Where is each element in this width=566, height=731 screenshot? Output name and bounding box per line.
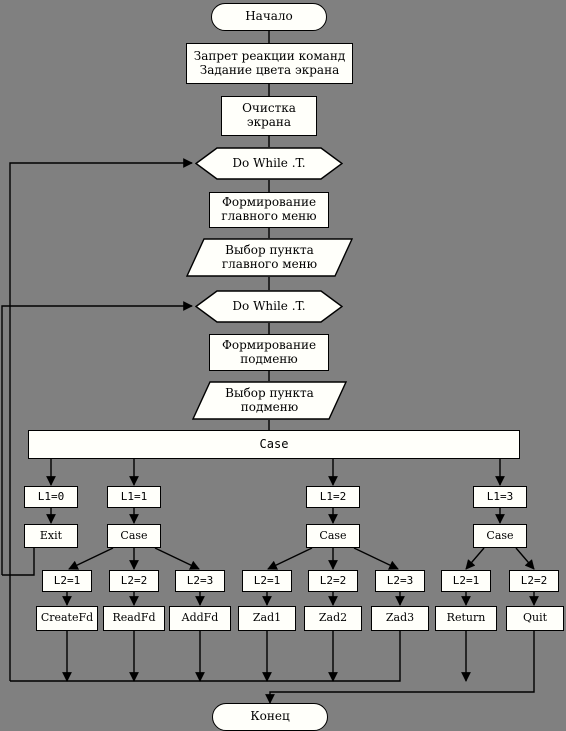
action-quit[interactable]: Quit: [506, 606, 564, 631]
branch-l1-1[interactable]: L1=1: [107, 486, 161, 508]
action-zad2[interactable]: Zad2: [304, 606, 362, 631]
node-start[interactable]: Начало: [211, 3, 327, 31]
node-select-submenu-label: Выбор пункта подменю: [225, 385, 314, 414]
action-zad3[interactable]: Zad3: [371, 606, 429, 631]
branch-l2-2a[interactable]: L2=2: [109, 570, 159, 592]
action-zad1[interactable]: Zad1: [238, 606, 296, 631]
flowchart-canvas: Начало Запрет реакции команд Задание цве…: [0, 0, 566, 731]
action-createfd[interactable]: CreateFd: [36, 606, 98, 631]
node-build-main-menu[interactable]: Формирование главного меню: [209, 192, 329, 228]
node-clear-screen[interactable]: Очистка экрана: [221, 96, 317, 136]
action-readfd[interactable]: ReadFd: [103, 606, 165, 631]
branch-l2-1b[interactable]: L2=1: [242, 570, 292, 592]
branch-l2-2b[interactable]: L2=2: [308, 570, 358, 592]
node-end[interactable]: Конец: [212, 703, 328, 731]
branch-l2-3b[interactable]: L2=3: [375, 570, 425, 592]
node-init[interactable]: Запрет реакции команд Задание цвета экра…: [186, 43, 353, 84]
node-loop-outer-label: Do While .T.: [232, 155, 306, 170]
node-loop-inner-label: Do While .T.: [232, 298, 306, 313]
branch-l2-1a[interactable]: L2=1: [42, 570, 92, 592]
node-select-main-menu[interactable]: Выбор пункта главного меню: [186, 238, 353, 277]
node-case-l1-3[interactable]: Case: [473, 524, 527, 548]
branch-l2-2c[interactable]: L2=2: [509, 570, 559, 592]
node-loop-outer[interactable]: Do While .T.: [195, 147, 343, 180]
node-case-l1-1[interactable]: Case: [107, 524, 161, 548]
branch-l2-3a[interactable]: L2=3: [175, 570, 225, 592]
branch-l1-0[interactable]: L1=0: [24, 486, 78, 508]
branch-l2-1c[interactable]: L2=1: [441, 570, 491, 592]
node-exit[interactable]: Exit: [24, 524, 78, 548]
action-addfd[interactable]: AddFd: [169, 606, 231, 631]
branch-l1-3[interactable]: L1=3: [473, 486, 527, 508]
node-select-submenu[interactable]: Выбор пункта подменю: [192, 381, 347, 420]
branch-l1-2[interactable]: L1=2: [306, 486, 360, 508]
node-loop-inner[interactable]: Do While .T.: [195, 290, 343, 323]
action-return[interactable]: Return: [435, 606, 497, 631]
node-select-main-menu-label: Выбор пункта главного меню: [221, 242, 318, 271]
node-build-submenu[interactable]: Формирование подменю: [209, 334, 329, 371]
node-case-main[interactable]: Case: [28, 430, 520, 459]
node-case-l1-2[interactable]: Case: [306, 524, 360, 548]
